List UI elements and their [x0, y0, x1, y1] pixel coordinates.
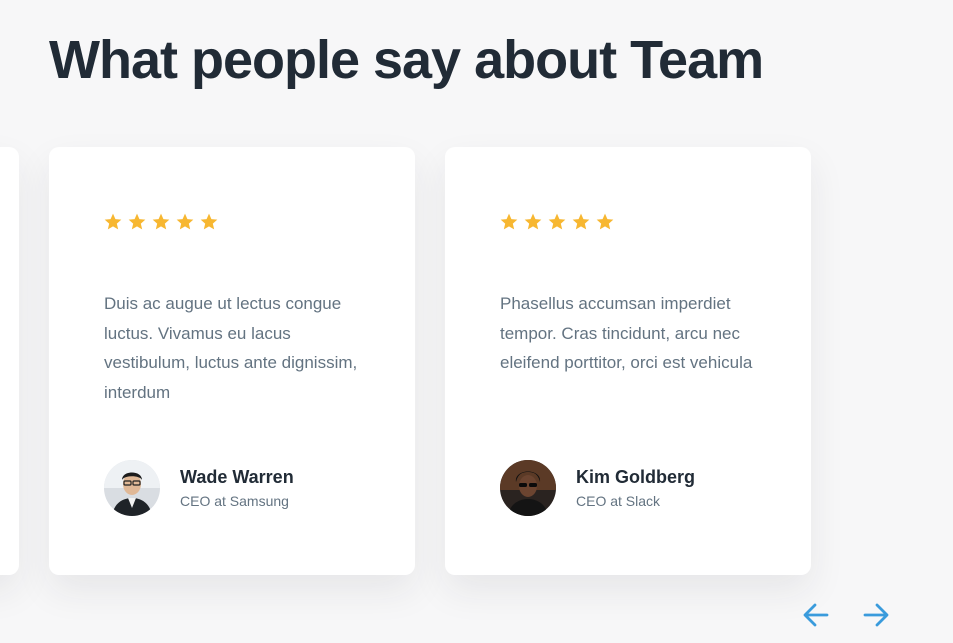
star-icon — [572, 213, 590, 230]
star-icon — [104, 213, 122, 230]
carousel-next-button[interactable] — [859, 598, 893, 632]
arrow-left-icon — [803, 603, 829, 627]
star-icon — [200, 213, 218, 230]
star-rating — [103, 212, 219, 232]
carousel-prev-button[interactable] — [799, 598, 833, 632]
star-icon — [500, 213, 518, 230]
author-name: Wade Warren — [180, 467, 294, 487]
testimonial-quote: Phasellus accumsan imperdiet tempor. Cra… — [500, 294, 753, 372]
avatar — [104, 460, 160, 516]
testimonial-card: Duis ac augue ut lectus congue luctus. V… — [49, 147, 415, 575]
author-role: CEO at Samsung — [180, 493, 289, 509]
star-icon — [128, 213, 146, 230]
avatar — [500, 460, 556, 516]
testimonials-section: What people say about Team Duis ac augue… — [0, 0, 953, 643]
star-icon — [548, 213, 566, 230]
star-icon — [596, 213, 614, 230]
testimonial-quote: Duis ac augue ut lectus congue luctus. V… — [104, 294, 358, 402]
star-icon — [524, 213, 542, 230]
testimonial-card: Phasellus accumsan imperdiet tempor. Cra… — [445, 147, 811, 575]
author-name: Kim Goldberg — [576, 467, 696, 487]
section-title: What people say about Team — [49, 30, 764, 90]
star-icon — [152, 213, 170, 230]
arrow-right-icon — [863, 603, 889, 627]
star-rating — [499, 212, 615, 232]
author-info: Kim Goldberg CEO at Slack — [500, 460, 695, 516]
testimonial-card-partial — [0, 147, 19, 575]
star-icon — [176, 213, 194, 230]
author-info: Wade Warren CEO at Samsung — [104, 460, 294, 516]
author-role: CEO at Slack — [576, 493, 661, 509]
